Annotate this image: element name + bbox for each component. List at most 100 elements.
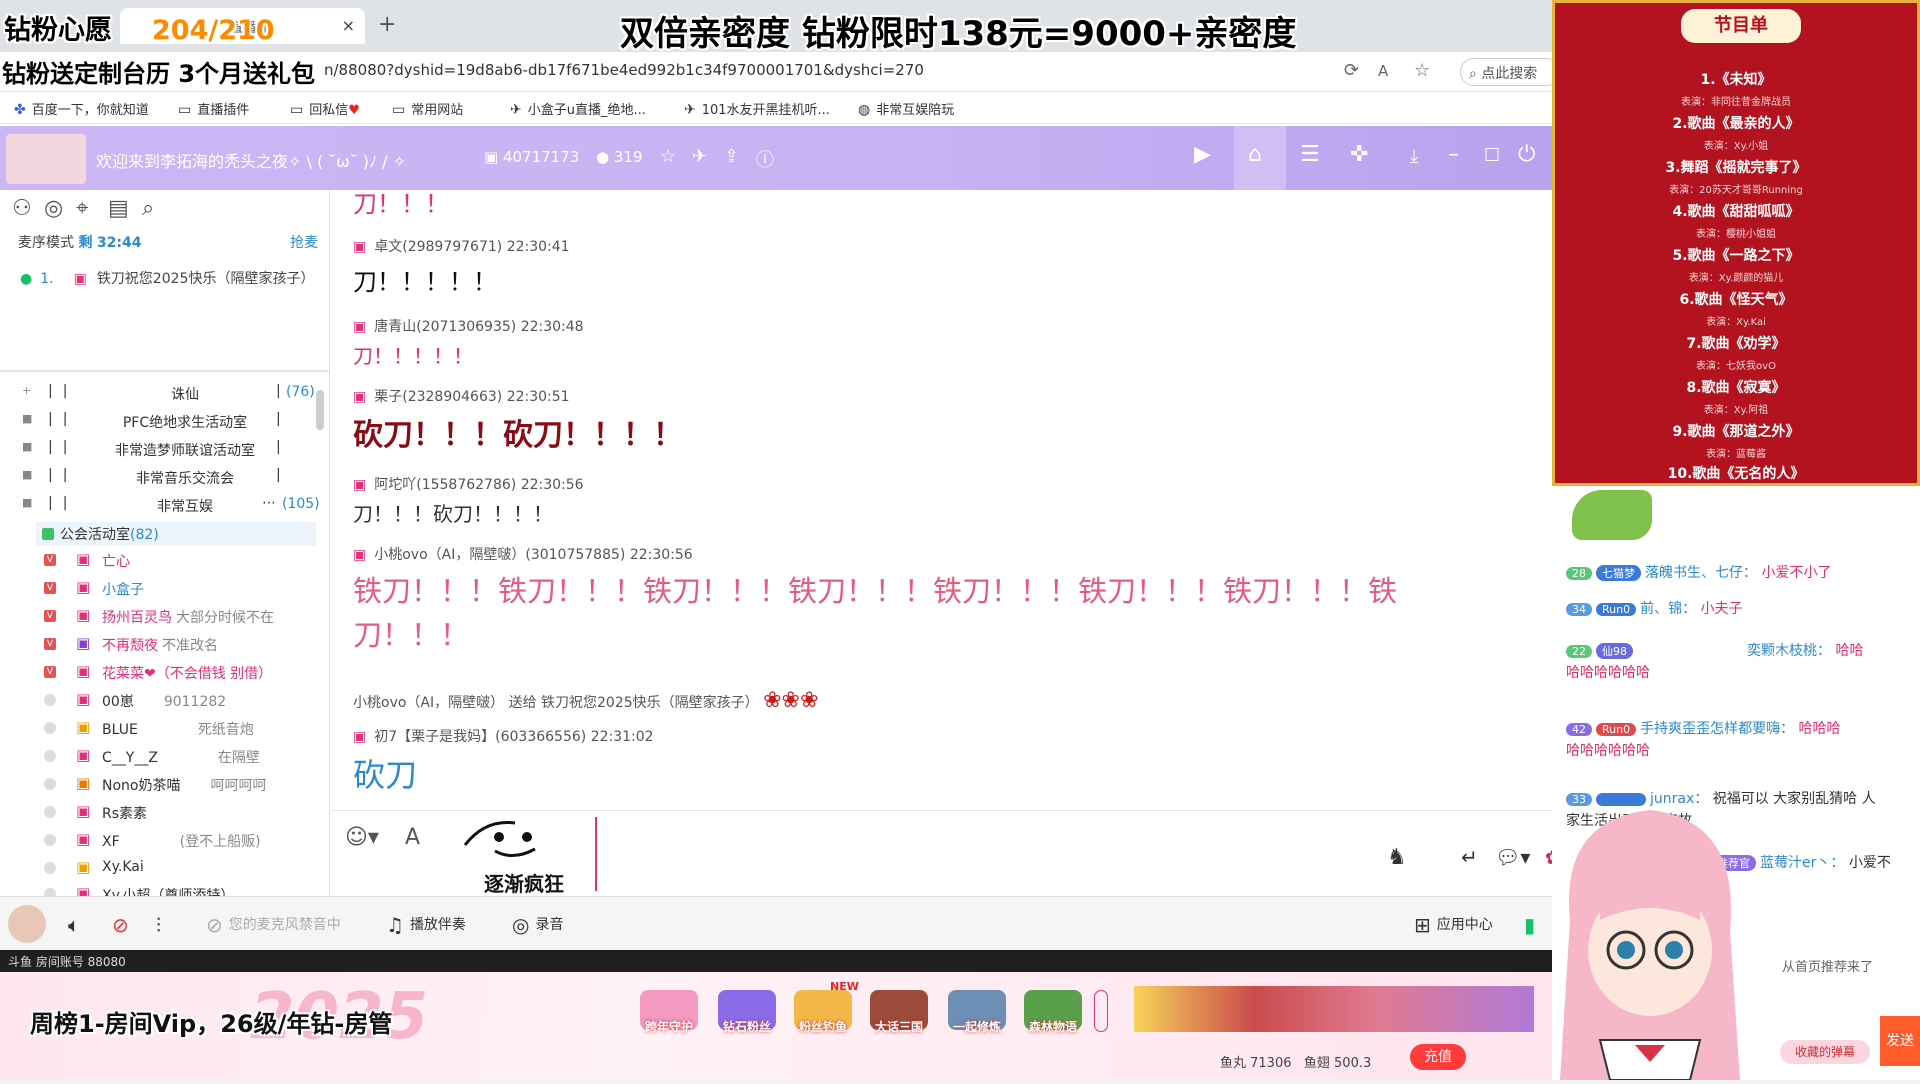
maximize-icon[interactable]: ☐ <box>1484 145 1500 166</box>
info-icon[interactable]: ⓘ <box>756 146 774 172</box>
message-author[interactable]: 栗子(2328904663) <box>374 389 502 405</box>
dragon-icon <box>1572 490 1652 540</box>
gift-icon: ▣ <box>76 802 91 820</box>
channel-row[interactable]: ■ || 非常互娱 ⋯ (105) <box>0 492 330 519</box>
activity-diamond-fans[interactable]: 钻石粉丝 <box>714 990 780 1050</box>
list-icon[interactable]: ☰ <box>1300 142 1320 167</box>
enter-icon[interactable]: ↵ <box>1461 845 1478 869</box>
text-style-icon[interactable]: A <box>405 825 420 850</box>
activity-fishing[interactable]: NEW 粉丝钓鱼 <box>790 980 859 1050</box>
danmu-item[interactable]: 42 Run0 手持爽歪歪怎样都要嗨： 哈哈哈 <box>1566 718 1841 738</box>
more-icon[interactable]: ⋯ <box>262 495 276 511</box>
mic-muted-icon[interactable]: ⊘ <box>112 913 135 937</box>
bookmark-common-sites[interactable]: ▭ 常用网站 <box>392 99 463 118</box>
chat-bubble-icon[interactable]: 💬︎▾ <box>1495 845 1530 869</box>
guild-hall[interactable]: 公会活动室(82) <box>36 522 316 546</box>
message-author[interactable]: 初7【栗子是我妈】(603366556) <box>374 729 586 745</box>
headset-icon[interactable]: ◎ <box>44 196 63 221</box>
expand-activities-button[interactable] <box>1094 990 1108 1032</box>
danmu-item[interactable]: 34 Run0 前、锦： 小夫子 <box>1566 598 1743 618</box>
channel-row[interactable]: ■ || 非常音乐交流会 | <box>0 464 330 491</box>
user-row[interactable]: V ▣ 亡心 <box>44 548 330 574</box>
user-row[interactable]: ▣ 00崽 9011282 <box>44 688 330 714</box>
bookmark-reply[interactable]: ▭ 回私信♥ <box>290 99 360 118</box>
program-performer: 表演：Xy.阿祖 <box>1703 405 1769 416</box>
sidebar-scrollbar[interactable] <box>316 390 324 430</box>
user-row[interactable]: V ▣ 不再颓夜 不准改名 <box>44 632 330 658</box>
mic-queue-item[interactable]: ● 1. ▣ 铁刀祝您2025快乐（隔壁家孩子） <box>20 268 314 288</box>
channel-bars: || <box>48 411 78 427</box>
download-icon[interactable]: ⤓ <box>1410 146 1418 167</box>
message-input[interactable] <box>601 815 1421 893</box>
activity-label: 粉丝钓鱼 <box>798 1020 847 1034</box>
grab-mic-button[interactable]: 抢麦 <box>290 232 318 252</box>
record-button[interactable]: ◎ 录音 <box>512 913 563 937</box>
activity-guard[interactable]: 跨年守护 <box>636 990 702 1050</box>
equalizer-icon[interactable]: ⫶ <box>156 913 167 937</box>
message-author[interactable]: 小桃ovo（AI，隔壁啵）(3010757885) <box>374 547 625 563</box>
search-icon[interactable]: ⌕ <box>142 196 154 221</box>
message-author[interactable]: 阿坨吖(1558762786) <box>374 477 516 493</box>
person-icon[interactable]: ⚇ <box>12 196 32 221</box>
avatar[interactable] <box>8 905 46 943</box>
collected-danmu-button[interactable]: 收藏的弹幕 <box>1780 1040 1870 1064</box>
user-row[interactable]: ▣ Nono奶茶喵 呵呵呵呵 <box>44 772 330 798</box>
expand-icon[interactable]: + <box>22 384 31 397</box>
activity-forest[interactable]: 森林物语 <box>1020 990 1086 1050</box>
channel-row[interactable]: + || 诛仙 | (76) <box>0 380 330 407</box>
search-input[interactable]: ⌕ 点此搜索 <box>1460 58 1552 86</box>
home-button[interactable]: ⌂ <box>1234 126 1286 190</box>
notes-icon[interactable]: ▤ <box>108 196 129 221</box>
speaker-icon[interactable]: 🔈︎ <box>68 913 86 937</box>
program-song: 5.歌曲《一路之下》 <box>1672 248 1800 264</box>
user-row[interactable]: ▣ C__Y__Z 在隔壁 <box>44 744 330 770</box>
bookmark-feichang[interactable]: ◍ 非常互娱陪玩 <box>858 99 954 118</box>
message-author[interactable]: 卓文(2989797671) <box>374 239 502 255</box>
bookmark-xiaohezi[interactable]: ✈ 小盒子u直播_绝地... <box>510 99 646 118</box>
favorite-icon[interactable]: ☆ <box>660 146 676 167</box>
pin-icon[interactable]: ✈ <box>692 146 707 167</box>
url-field[interactable]: n/88080?dyshid=19d8ab6-db17f671be4ed992b… <box>324 61 924 79</box>
message-author[interactable]: 唐青山(2071306935) <box>374 319 516 335</box>
user-row[interactable]: V ▣ 扬州百灵鸟 大部分时候不在 <box>44 604 330 630</box>
activity-three-kingdoms[interactable]: 大话三国 <box>866 990 932 1050</box>
user-row[interactable]: V ▣ 小盒子 <box>44 576 330 602</box>
activity-cultivate[interactable]: 一起修炼 <box>944 990 1010 1050</box>
user-row[interactable]: ▣ XF (登不上船贩) <box>44 828 330 854</box>
user-row[interactable]: ▣ Xy.Kai <box>44 856 330 882</box>
bookmark-101[interactable]: ✈ 101水友开黑挂机听... <box>684 99 830 118</box>
share-icon[interactable]: ⇪ <box>724 146 739 167</box>
accompaniment-button[interactable]: ♫ 播放伴奏 <box>386 913 466 937</box>
bookmark-live-plugin[interactable]: ▭ 直播插件 <box>178 99 249 118</box>
program-song: 4.歌曲《甜甜呱呱》 <box>1672 204 1800 220</box>
new-tab-icon[interactable]: + <box>378 12 396 37</box>
location-icon[interactable]: ⌖ <box>76 196 88 221</box>
video-icon[interactable]: ▶ <box>1194 142 1211 167</box>
user-row[interactable]: ▣ BLUE 死纸音炮 <box>44 716 330 742</box>
user-row[interactable]: ▣ Rs素素 <box>44 800 330 826</box>
gift-icon: ▣ <box>76 634 91 652</box>
gift-bar[interactable] <box>1134 986 1534 1032</box>
channel-row[interactable]: ■ || 非常造梦师联谊活动室 | <box>0 436 330 463</box>
program-performer: 表演：非同往昔金牌战员 <box>1681 97 1791 108</box>
danmu-item[interactable]: 28 七猫梦 落魄书生、七仔： 小爱不小了 <box>1566 562 1831 582</box>
vip-badge: V <box>44 638 56 650</box>
danmu-item[interactable]: 22 仙98 奕颗木枝桃： 哈哈 <box>1566 640 1863 660</box>
send-button[interactable]: 发送 <box>1880 1016 1920 1066</box>
channel-row[interactable]: ■ || PFC绝地求生活动室 | <box>0 408 330 435</box>
recharge-button[interactable]: 充值 <box>1410 1044 1466 1070</box>
read-aloud-icon[interactable]: A <box>1378 62 1388 80</box>
app-center-button[interactable]: ⊞ 应用中心 <box>1414 913 1493 937</box>
emoji-gamepad-icon[interactable]: ☺▾ <box>345 825 379 850</box>
gamepad-icon[interactable]: ✜ <box>1350 142 1368 167</box>
star-icon[interactable]: ☆ <box>1414 60 1430 81</box>
channel-bar-right: | <box>276 439 281 455</box>
minimize-icon[interactable]: – <box>1448 142 1459 167</box>
close-icon[interactable]: × <box>342 16 355 35</box>
wish-overlay: 钻粉心愿 204/210 <box>4 8 275 47</box>
refresh-icon[interactable]: ⟳ <box>1344 60 1359 81</box>
user-row[interactable]: V ▣ 花菜菜❤（不会借钱 别借） <box>44 660 330 686</box>
channel-bar-right: | <box>276 383 281 399</box>
power-icon[interactable]: ⏻ <box>1518 142 1535 167</box>
bookmark-baidu[interactable]: ✤ 百度一下，你就知道 <box>14 99 149 118</box>
